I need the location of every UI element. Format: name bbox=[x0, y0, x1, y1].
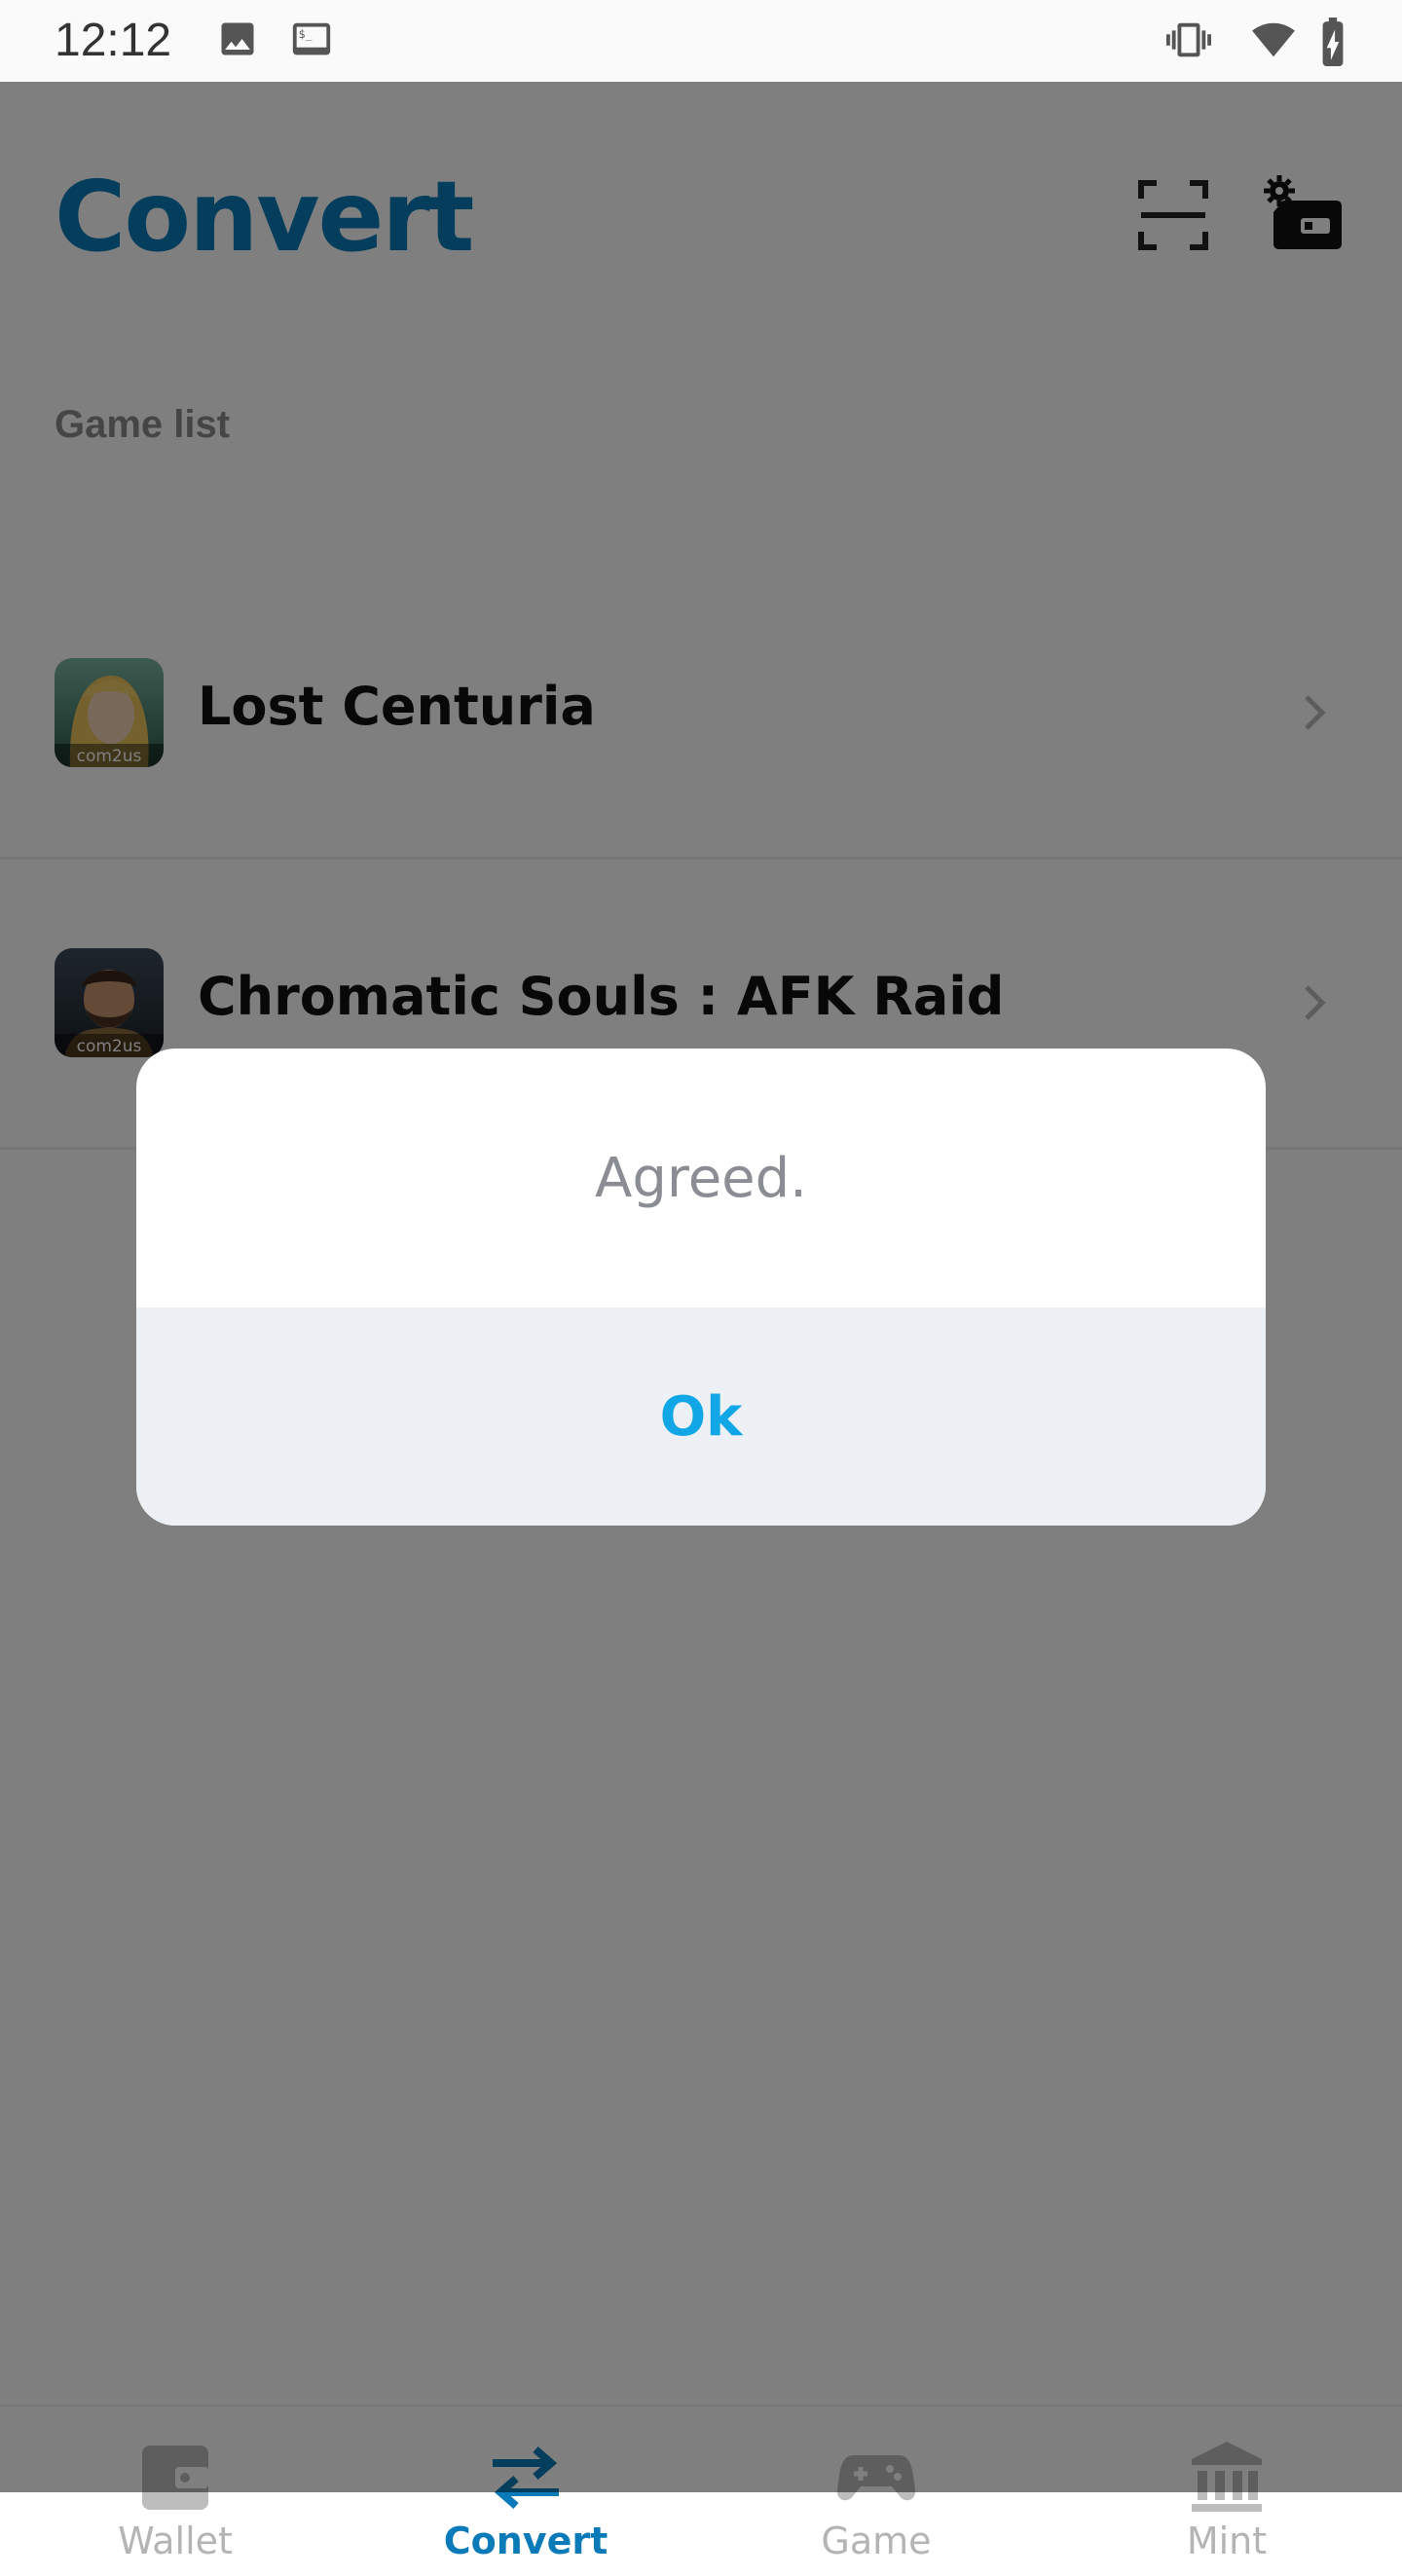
nav-label: Mint bbox=[1186, 2520, 1268, 2562]
nav-label: Convert bbox=[443, 2520, 609, 2562]
dialog-message: Agreed. bbox=[595, 1146, 807, 1210]
wifi-icon bbox=[1252, 22, 1295, 57]
vibrate-icon bbox=[1166, 22, 1211, 57]
image-icon bbox=[221, 22, 254, 55]
status-time: 12:12 bbox=[55, 15, 172, 66]
svg-text:$_: $_ bbox=[299, 27, 313, 41]
ok-button[interactable]: Ok bbox=[136, 1307, 1266, 1526]
nav-label: Game bbox=[821, 2520, 932, 2562]
terminal-icon: $_ bbox=[292, 22, 331, 55]
alert-dialog: Agreed. Ok bbox=[136, 1049, 1266, 1526]
nav-label: Wallet bbox=[118, 2520, 233, 2562]
battery-charging-icon bbox=[1322, 18, 1344, 66]
status-bar: 12:12 $_ bbox=[0, 0, 1402, 82]
